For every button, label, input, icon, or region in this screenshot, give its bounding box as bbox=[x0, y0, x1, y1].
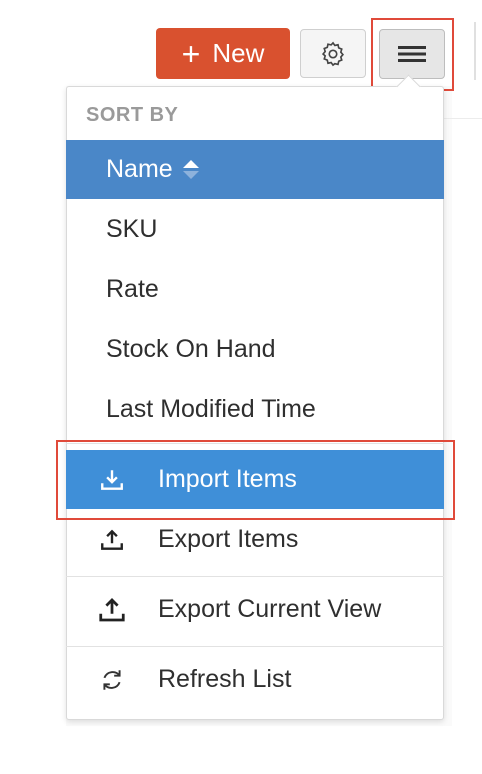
plus-icon: + bbox=[181, 35, 201, 72]
sort-option-sku[interactable]: SKU bbox=[66, 200, 444, 259]
menu-divider bbox=[66, 443, 444, 444]
sort-by-heading: SORT BY bbox=[86, 104, 179, 126]
upload-icon bbox=[66, 595, 158, 625]
sort-option-rate[interactable]: Rate bbox=[66, 260, 444, 319]
more-options-button[interactable] bbox=[379, 29, 445, 79]
upload-icon bbox=[66, 527, 158, 553]
export-current-view-option[interactable]: Export Current View bbox=[66, 580, 444, 639]
gear-icon bbox=[321, 41, 344, 66]
sort-option-name[interactable]: Name bbox=[66, 140, 444, 199]
refresh-list-option[interactable]: Refresh List bbox=[66, 650, 444, 709]
import-items-option[interactable]: Import Items bbox=[66, 450, 444, 509]
export-current-view-label: Export Current View bbox=[158, 595, 382, 623]
menu-divider bbox=[66, 646, 444, 647]
new-button[interactable]: + New bbox=[156, 28, 290, 79]
hamburger-icon bbox=[398, 46, 426, 62]
export-items-option[interactable]: Export Items bbox=[66, 510, 444, 569]
import-items-label: Import Items bbox=[158, 465, 297, 493]
sort-option-label: SKU bbox=[106, 215, 158, 243]
sort-option-label: Last Modified Time bbox=[106, 395, 316, 423]
sort-option-label: Rate bbox=[106, 275, 159, 303]
sort-direction-icon bbox=[182, 160, 199, 179]
sort-option-stock-on-hand[interactable]: Stock On Hand bbox=[66, 320, 444, 379]
sort-option-label: Stock On Hand bbox=[106, 335, 276, 363]
download-icon bbox=[66, 467, 158, 493]
menu-divider bbox=[66, 576, 444, 577]
sort-option-label: Name bbox=[106, 155, 173, 183]
refresh-list-label: Refresh List bbox=[158, 665, 292, 693]
refresh-icon bbox=[66, 667, 158, 693]
new-button-label: New bbox=[212, 38, 265, 68]
sort-option-last-modified[interactable]: Last Modified Time bbox=[66, 380, 444, 439]
toolbar-separator bbox=[474, 22, 476, 80]
export-items-label: Export Items bbox=[158, 525, 299, 553]
settings-button[interactable] bbox=[300, 29, 366, 78]
